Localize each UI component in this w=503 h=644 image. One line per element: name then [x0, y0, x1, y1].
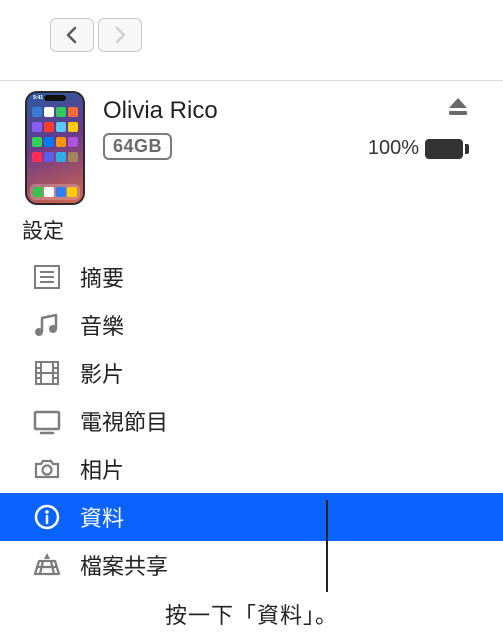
storage-badge: 64GB — [103, 133, 172, 160]
sidebar-item-label: 檔案共享 — [80, 549, 168, 581]
summary-icon — [30, 260, 64, 294]
film-icon — [30, 356, 64, 390]
device-thumbnail: 9:41 — [25, 91, 85, 205]
sidebar-item-label: 資料 — [80, 501, 124, 533]
sidebar: 摘要 音樂 影片 電視節目 相片 資料 檔案共享 — [0, 253, 503, 589]
eject-icon[interactable] — [447, 97, 469, 117]
sidebar-item-music[interactable]: 音樂 — [0, 301, 503, 349]
sidebar-item-tv[interactable]: 電視節目 — [0, 397, 503, 445]
tv-icon — [30, 404, 64, 438]
sidebar-item-label: 相片 — [80, 453, 124, 485]
battery-percent: 100% — [368, 137, 419, 160]
battery-icon — [425, 139, 469, 159]
sidebar-item-movies[interactable]: 影片 — [0, 349, 503, 397]
sidebar-item-label: 電視節目 — [80, 405, 168, 437]
sidebar-item-label: 影片 — [80, 357, 124, 389]
camera-icon — [30, 452, 64, 486]
info-icon — [30, 500, 64, 534]
caption: 按一下「資料」。 — [0, 598, 503, 630]
sidebar-item-summary[interactable]: 摘要 — [0, 253, 503, 301]
sidebar-item-file-sharing[interactable]: 檔案共享 — [0, 541, 503, 589]
section-title: 設定 — [0, 209, 503, 253]
device-name: Olivia Rico — [103, 97, 350, 125]
toolbar — [0, 0, 503, 80]
back-button[interactable] — [50, 18, 94, 52]
sidebar-item-photos[interactable]: 相片 — [0, 445, 503, 493]
device-header: 9:41 Olivia Rico 64GB 100% — [0, 81, 503, 209]
chevron-left-icon — [65, 26, 79, 44]
chevron-right-icon — [113, 26, 127, 44]
battery-status: 100% — [368, 137, 469, 160]
sidebar-item-info[interactable]: 資料 — [0, 493, 503, 541]
forward-button[interactable] — [98, 18, 142, 52]
callout-line — [326, 500, 328, 592]
sidebar-item-label: 摘要 — [80, 261, 124, 293]
sidebar-item-label: 音樂 — [80, 309, 124, 341]
music-icon — [30, 308, 64, 342]
apps-icon — [30, 548, 64, 582]
